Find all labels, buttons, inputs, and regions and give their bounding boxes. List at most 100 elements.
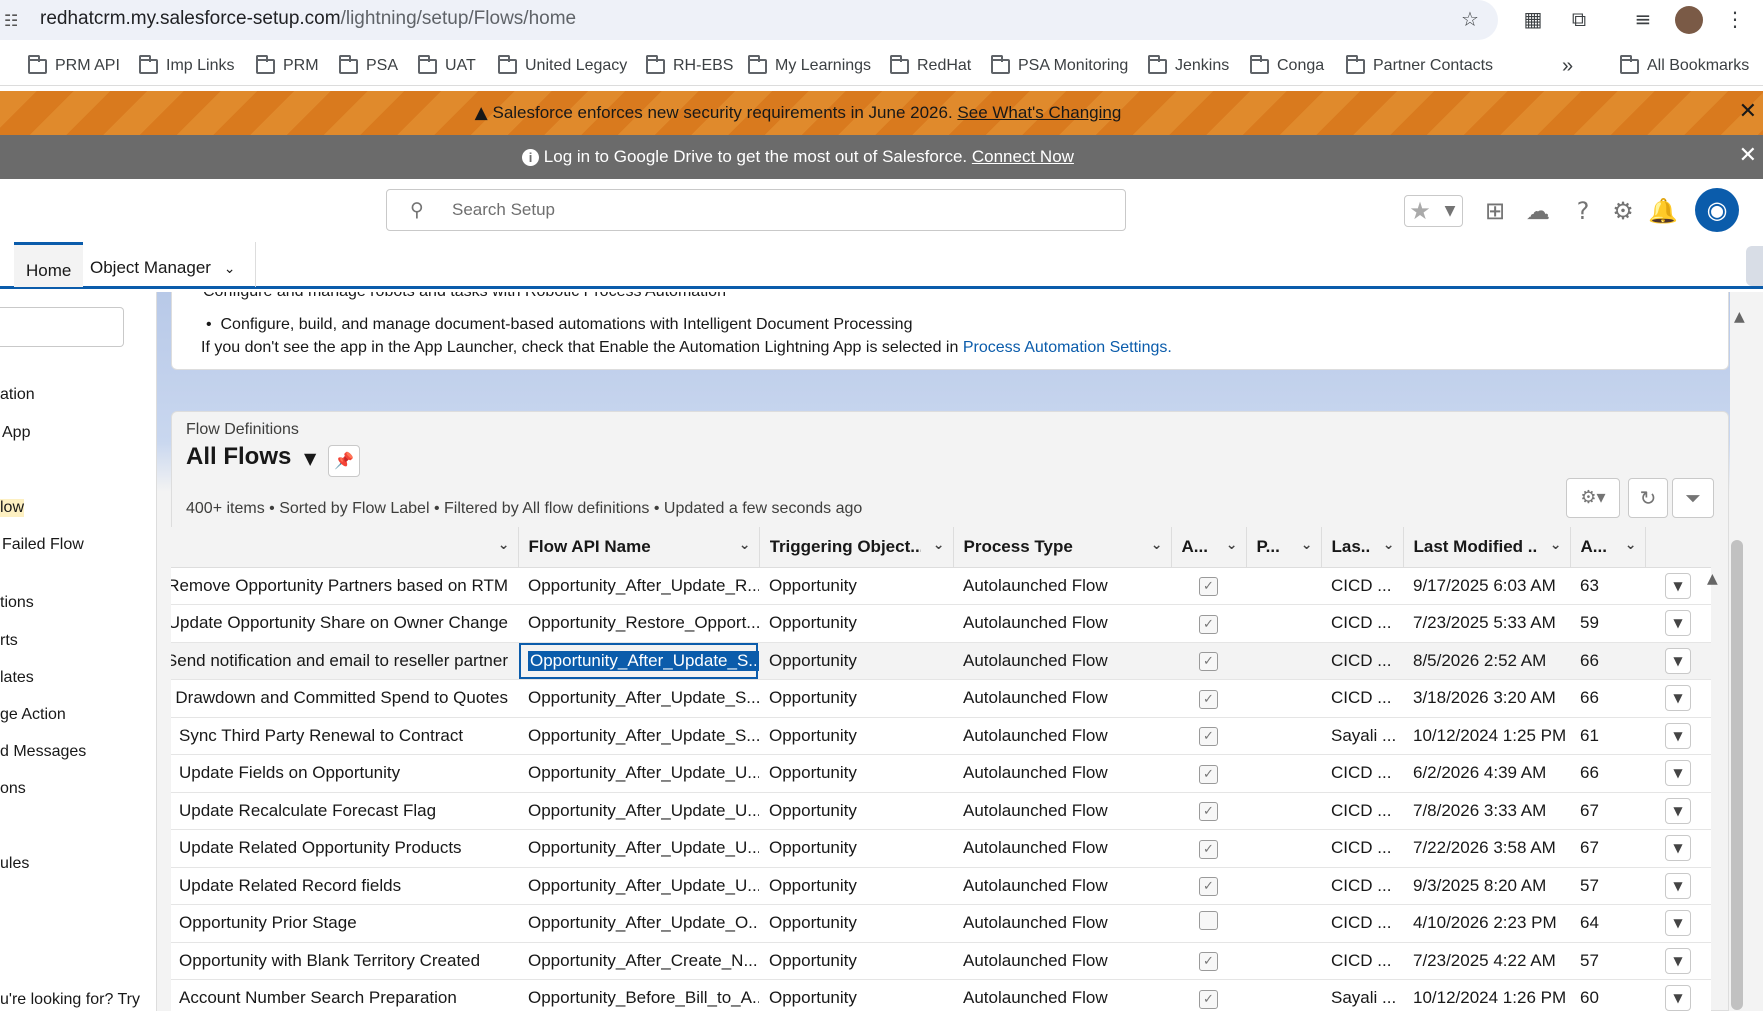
column-header-last-modified-by[interactable]: Las...⌄ [1321,527,1404,568]
flow-label-cell[interactable]: Opportunity Prior Stage [171,904,518,943]
flow-api-name-cell[interactable]: Opportunity_After_Update_U... [518,829,759,868]
favorite-star-icon[interactable]: ★ [1404,195,1436,227]
flow-api-name-cell[interactable]: Opportunity_Before_Bill_to_A... [518,979,759,1011]
bookmark-my-learnings[interactable]: My Learnings [748,54,871,78]
flow-api-name-cell[interactable]: Opportunity_After_Update_O... [518,904,759,943]
sidebar-item-flows[interactable]: low [0,499,25,517]
filter-icon[interactable]: ⏷ [1672,478,1714,518]
column-header-flow-api-name[interactable]: Flow API Name ⌄ [518,527,760,568]
bookmark-prm-api[interactable]: PRM API [28,54,120,78]
bookmark-star-icon[interactable]: ☆ [1455,4,1485,34]
flow-api-name-cell[interactable]: Opportunity_After_Update_S... [518,679,759,718]
table-row[interactable]: Remove Opportunity Partners based on RTM… [171,567,1711,605]
sidebar-item[interactable]: ation [0,386,35,404]
flow-label-cell[interactable]: Update Related Opportunity Products [171,829,518,868]
flow-label-cell[interactable]: Account Number Search Preparation [171,979,518,1011]
flow-api-name-cell[interactable]: Opportunity_After_Update_S... [518,717,759,755]
table-row[interactable]: Opportunity Prior Stage Opportunity_After… [171,904,1711,943]
table-row[interactable]: Update Recalculate Forecast Flag Opportun… [171,792,1711,830]
row-action-menu-icon[interactable]: ▼ [1665,685,1691,712]
bookmark-conga[interactable]: Conga [1250,54,1324,78]
sidebar-item[interactable]: rts [0,632,18,650]
site-settings-icon[interactable]: ☷ [4,11,24,30]
bookmark-united-legacy[interactable]: United Legacy [498,54,627,78]
flow-api-name-cell[interactable]: Opportunity_After_Create_N... [518,942,759,980]
extensions-icon[interactable]: ⧉ [1564,4,1594,34]
table-row[interactable]: Account Number Search Preparation Opportu… [171,979,1711,1011]
panel-toggle-handle[interactable] [1746,246,1763,286]
row-action-menu-icon[interactable]: ▼ [1665,947,1691,974]
row-action-menu-icon[interactable]: ▼ [1665,647,1691,674]
column-header-triggering-object[interactable]: Triggering Object... ⌄ [759,527,954,568]
flow-api-name-cell[interactable]: Opportunity_After_Update_U... [518,867,759,905]
column-header-last-modified-date[interactable]: Last Modified ... ⌄ [1403,527,1571,568]
flow-label-cell[interactable]: Sync Drawdown and Committed Spend to Quo… [171,679,518,718]
flow-label-cell[interactable]: Remove Opportunity Partners based on RTM [171,567,518,605]
row-action-menu-icon[interactable]: ▼ [1665,835,1691,862]
notifications-bell-icon[interactable]: 🔔 [1647,195,1679,227]
global-actions-icon[interactable]: ⊞ [1479,195,1511,227]
flow-label-cell[interactable]: Update Opportunity Share on Owner Change [171,604,518,643]
qr-code-icon[interactable]: ▦ [1518,4,1548,34]
column-header-api-version[interactable]: A... ⌄ [1570,527,1646,568]
close-icon[interactable]: ✕ [1739,143,1757,168]
flow-api-name-cell[interactable]: Opportunity_After_Update_U... [518,792,759,830]
trailhead-icon[interactable]: ☁ [1522,195,1554,227]
table-row[interactable]: Sync Drawdown and Committed Spend to Quo… [171,679,1711,718]
table-row[interactable]: Sync Third Party Renewal to Contract Oppo… [171,717,1711,755]
row-action-menu-icon[interactable]: ▼ [1665,910,1691,937]
row-action-menu-icon[interactable]: ▼ [1665,610,1691,637]
flow-api-name-cell[interactable]: Opportunity_After_Update_R... [518,567,759,605]
close-icon[interactable]: ✕ [1739,99,1757,124]
favorites-dropdown-icon[interactable]: ▼ [1434,195,1466,227]
bookmark-uat[interactable]: UAT [418,54,476,78]
row-action-menu-icon[interactable]: ▼ [1665,760,1691,787]
more-bookmarks-button[interactable]: » [1562,54,1573,78]
row-action-menu-icon[interactable]: ▼ [1665,797,1691,824]
list-view-selector[interactable]: All Flows ▼ [186,443,316,471]
column-header-p[interactable]: P... ⌄ [1246,527,1322,568]
sidebar-item-failed-flow[interactable]: Failed Flow [2,536,84,554]
table-scroll-up-icon[interactable]: ▲ [1707,571,1718,587]
connect-now-link[interactable]: Connect Now [972,147,1074,166]
flow-label-cell[interactable]: Opportunity with Blank Territory Created [171,942,518,980]
bookmark-partner-contacts[interactable]: Partner Contacts [1346,54,1493,78]
row-action-menu-icon[interactable]: ▼ [1665,872,1691,899]
help-icon[interactable]: ? [1567,195,1599,227]
row-action-menu-icon[interactable]: ▼ [1665,572,1691,599]
see-whats-changing-link[interactable]: See What's Changing [957,103,1121,122]
bookmark-psa[interactable]: PSA [339,54,398,78]
column-header-active[interactable]: A... ⌄ [1171,527,1247,568]
table-row[interactable]: Update Related Opportunity Products Oppor… [171,829,1711,868]
media-controls-icon[interactable]: ≡ [1628,4,1658,34]
quick-find-input[interactable] [0,307,124,347]
bookmark-psa-monitoring[interactable]: PSA Monitoring [991,54,1128,78]
table-row[interactable]: Send notification and email to reseller … [171,642,1711,680]
flow-api-name-cell[interactable]: Opportunity_After_Update_S... [518,642,759,680]
setup-gear-icon[interactable]: ⚙ [1607,195,1639,227]
flow-label-cell[interactable]: Sync Third Party Renewal to Contract [171,717,518,755]
scrollbar-thumb[interactable] [1731,540,1743,1010]
bookmark-prm[interactable]: PRM [256,54,319,78]
pin-icon[interactable]: 📌 [328,445,360,477]
column-header-flow-label[interactable]: ⌄ [171,527,519,568]
bookmark-jenkins[interactable]: Jenkins [1148,54,1229,78]
profile-avatar[interactable] [1675,6,1703,34]
table-row[interactable]: Update Opportunity Share on Owner Change… [171,604,1711,643]
process-automation-settings-link[interactable]: Process Automation Settings. [963,339,1172,356]
user-avatar[interactable]: ◉ [1695,188,1739,232]
tab-object-manager[interactable]: Object Manager ⌄ [80,242,256,287]
search-input[interactable] [450,198,1050,222]
browser-menu-icon[interactable]: ⋮ [1720,4,1750,34]
flow-api-name-cell[interactable]: Opportunity_After_Update_U... [518,754,759,793]
flow-label-cell[interactable]: Update Related Record fields [171,867,518,905]
table-row[interactable]: Update Related Record fields Opportunity_… [171,867,1711,905]
refresh-icon[interactable]: ↻ [1628,478,1668,518]
row-action-menu-icon[interactable]: ▼ [1665,722,1691,749]
bookmark-imp-links[interactable]: Imp Links [139,54,234,78]
sidebar-item[interactable]: App [2,424,30,442]
table-row[interactable]: Update Fields on Opportunity Opportunity_… [171,754,1711,793]
scroll-up-arrow-icon[interactable]: ▲ [1734,309,1745,325]
sidebar-item[interactable]: lates [0,669,34,687]
chevron-down-icon[interactable]: ⌄ [224,261,236,277]
